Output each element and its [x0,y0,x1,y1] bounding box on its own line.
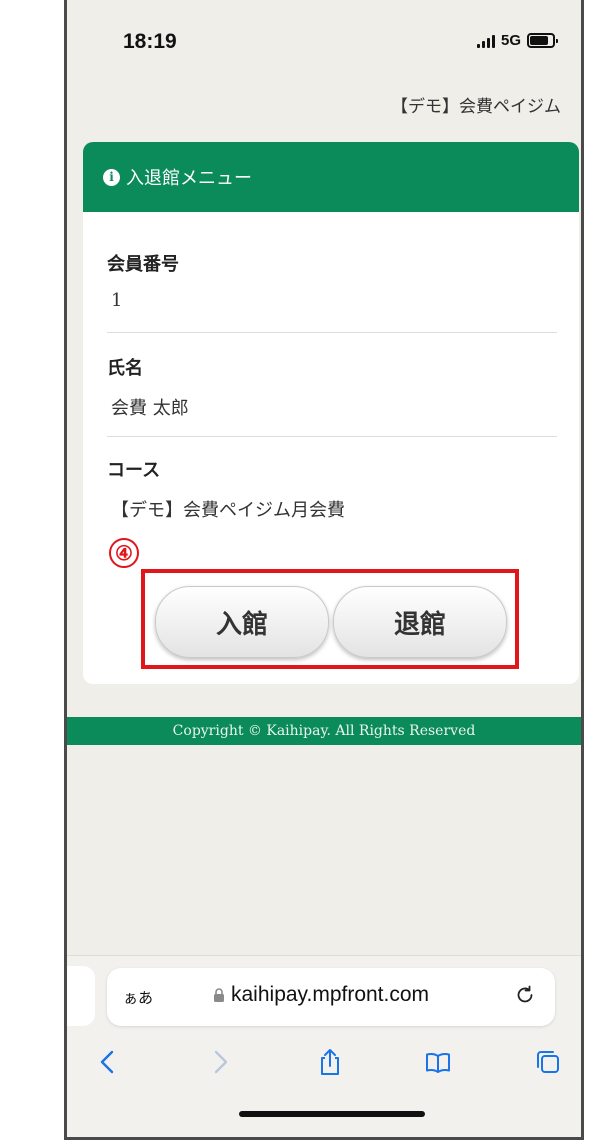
step-marker: ④ [109,538,139,568]
card-title: 入退館メニュー [126,168,252,189]
check-in-button[interactable]: 入館 [155,586,329,658]
signal-icon [476,34,495,48]
member-number-label: 会員番号 [107,254,179,275]
course-label: コース [107,460,161,481]
course-field: コース 【デモ】会費ペイジム月会費 [107,456,557,522]
status-time: 18:19 [123,30,177,53]
site-name: 【デモ】会費ペイジム [391,97,561,117]
forward-icon[interactable] [205,1047,235,1077]
battery-icon [527,33,558,48]
lock-icon [214,988,224,1002]
back-icon[interactable] [93,1047,123,1077]
divider [107,436,557,437]
bookmarks-icon[interactable] [423,1047,453,1077]
course-value: 【デモ】会費ペイジム月会費 [111,500,345,521]
reload-icon[interactable] [513,983,537,1007]
divider [107,332,557,333]
status-indicators: 5G [476,32,558,49]
previous-tab-edge[interactable] [67,966,95,1026]
name-field: 氏名 会費 太郎 [107,354,557,420]
network-type: 5G [500,32,521,49]
card-header: i 入退館メニュー [83,142,579,212]
url-text[interactable]: kaihipay.mpfront.com [231,983,429,1007]
name-value: 会費 太郎 [111,398,189,419]
member-number-field: 会員番号 1 [107,250,557,311]
browser-toolbar [67,1041,581,1085]
check-out-button[interactable]: 退館 [333,586,507,658]
member-number-value: 1 [111,290,123,311]
info-icon: i [103,168,120,186]
tabs-icon[interactable] [533,1047,563,1077]
name-label: 氏名 [107,358,143,379]
status-bar: 18:19 5G [67,0,581,80]
home-indicator[interactable] [239,1111,425,1117]
address-bar[interactable]: ぁあ kaihipay.mpfront.com [107,968,555,1026]
footer-copyright: Copyright © Kaihipay. All Rights Reserve… [67,717,581,745]
text-size-button[interactable]: ぁあ [123,987,153,1008]
share-icon[interactable] [315,1047,345,1077]
phone-frame: 18:19 5G 【デモ】会費ペイジム i 入退館メニュー 会員番号 1 氏名 … [64,0,584,1140]
